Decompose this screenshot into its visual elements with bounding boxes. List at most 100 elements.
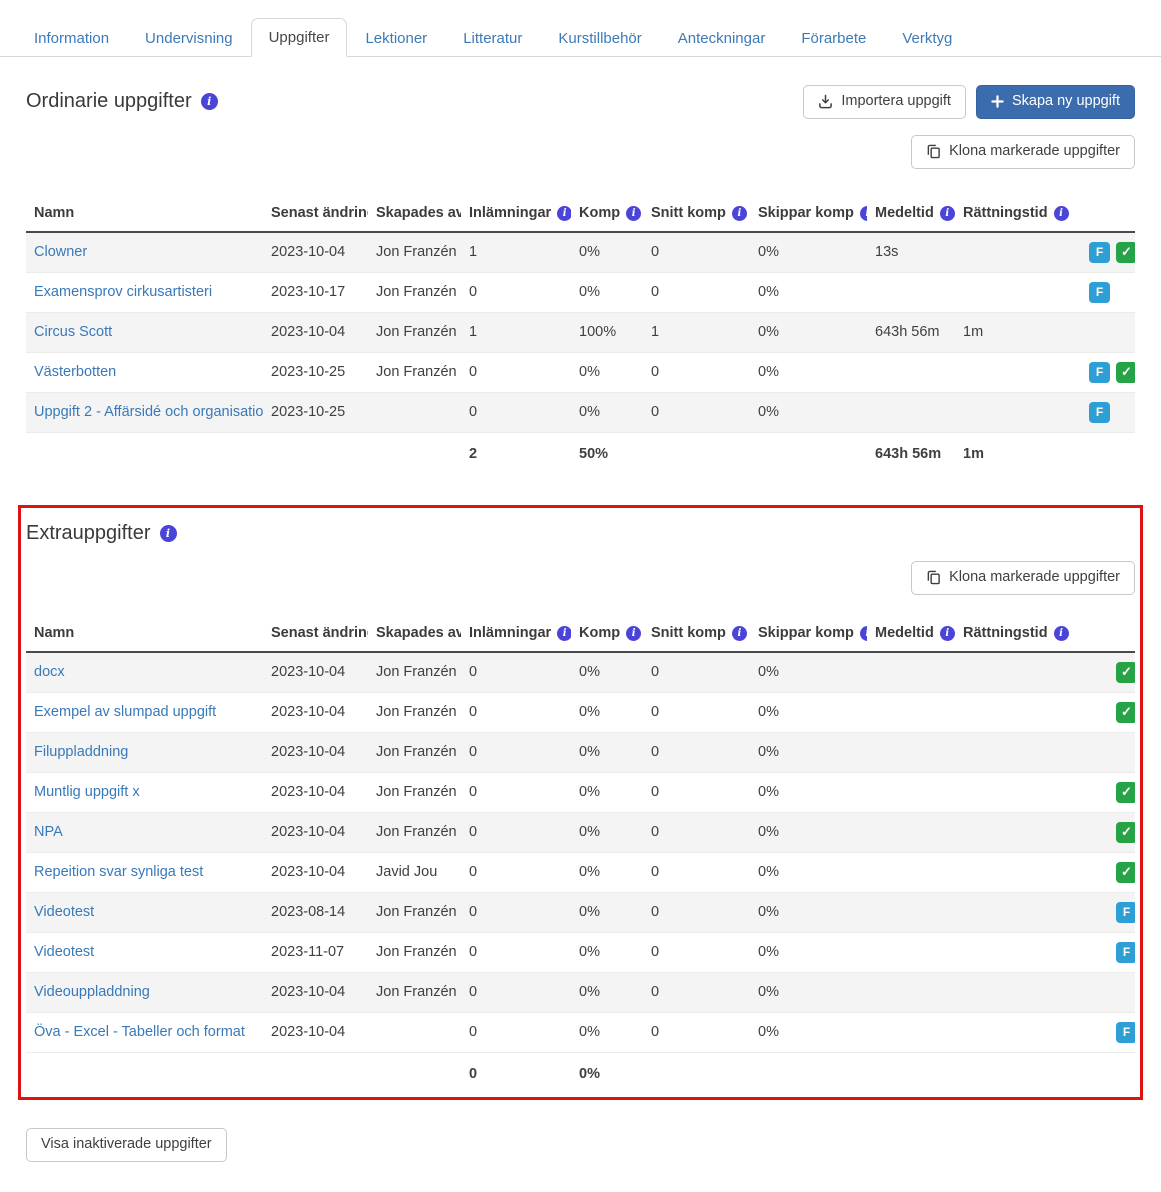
column-header: Inlämningar i [461,194,571,233]
badge-spacer [1089,1022,1110,1043]
cell-komp: 0% [571,651,643,693]
cell-medeltid [867,932,955,973]
tab-litteratur[interactable]: Litteratur [445,19,540,57]
cell-snitt: 0 [643,231,750,273]
cell-changed: 2023-10-04 [263,312,368,353]
clone-row: Klona markerade uppgifter [26,134,1135,169]
task-link[interactable]: NPA [34,824,63,840]
cell-creator: Jon Franzén [368,812,461,853]
footer-cell-empty [26,1052,263,1095]
info-icon[interactable]: i [1053,205,1069,221]
tab-anteckningar[interactable]: Anteckningar [660,19,784,57]
info-icon[interactable]: i [626,625,642,641]
cell-komp: 0% [571,272,643,313]
badge-spacer [1116,742,1135,763]
cell-status: F [1075,932,1135,973]
cell-submissions: 0 [461,772,571,813]
task-link[interactable]: Videotest [34,904,94,920]
task-link[interactable]: Clowner [34,244,87,260]
cell-skippar: 0% [750,312,867,353]
task-link[interactable]: Videouppladdning [34,984,150,1000]
cell-status [1075,732,1135,773]
footer-cell-empty [1075,1052,1135,1095]
clone-selected-button[interactable]: Klona markerade uppgifter [911,134,1135,169]
cell-name: Exempel av slumpad uppgift [26,692,263,733]
footer-cell-submissions: 0 [469,1065,478,1082]
badge-spacer [1089,942,1110,963]
cell-status: ✓ [1075,692,1135,733]
cell-medeltid [867,772,955,813]
info-icon[interactable]: i [159,524,177,542]
cell-skippar: 0% [750,892,867,933]
cell-rattningstid [955,392,1075,433]
tab-forarbete[interactable]: Förarbete [783,19,884,57]
cell-submissions: 0 [461,972,571,1013]
task-link[interactable]: Exempel av slumpad uppgift [34,704,216,720]
task-link[interactable]: docx [34,664,65,680]
cell-komp: 0% [571,892,643,933]
clone-selected-button[interactable]: Klona markerade uppgifter [911,560,1135,595]
badge-spacer [1116,982,1135,1003]
cell-komp: 0% [571,732,643,773]
tab-uppgifter[interactable]: Uppgifter [250,18,348,57]
cell-snitt: 0 [643,732,750,773]
cell-name: docx [26,651,263,693]
import-icon [818,94,833,109]
info-icon[interactable]: i [557,625,571,641]
info-icon[interactable]: i [939,205,955,221]
tab-verktyg[interactable]: Verktyg [884,19,970,57]
cell-skippar: 0% [750,852,867,893]
cell-skippar: 0% [750,392,867,433]
info-icon[interactable]: i [731,205,747,221]
formative-badge: F [1089,401,1110,423]
info-icon[interactable]: i [557,205,571,221]
copy-icon [926,570,941,585]
info-icon[interactable]: i [731,625,747,641]
task-link[interactable]: Öva - Excel - Tabeller och format [34,1024,245,1040]
info-icon[interactable]: i [1053,625,1069,641]
formative-badge: F [1116,1021,1135,1043]
cell-status [1075,972,1135,1013]
cell-changed: 2023-10-25 [263,352,368,393]
cell-changed: 2023-10-25 [263,392,368,433]
formative-badge: F [1116,941,1135,963]
task-link[interactable]: Circus Scott [34,324,112,340]
tab-lektioner[interactable]: Lektioner [347,19,445,57]
cell-name: Muntlig uppgift x [26,772,263,813]
info-icon[interactable]: i [626,205,642,221]
task-link[interactable]: Videotest [34,944,94,960]
cell-skippar: 0% [750,352,867,393]
info-icon[interactable]: i [200,93,218,111]
cell-rattningstid [955,692,1075,733]
cell-creator: Jon Franzén [368,892,461,933]
column-header: Medeltid i [867,194,955,233]
table-row: Clowner 2023-10-04 Jon Franzén 1 0% 0 0% 13s F ✓ [26,231,1135,273]
cell-changed: 2023-10-04 [263,772,368,813]
task-link[interactable]: Uppgift 2 - Affärsidé och organisation [34,404,263,420]
tab-kurstillbehor[interactable]: Kurstillbehör [540,19,659,57]
cell-rattningstid [955,852,1075,893]
cell-creator: Jon Franzén [368,972,461,1013]
table-row: Filuppladdning 2023-10-04 Jon Franzén 0 0% 0 0… [26,732,1135,773]
cell-status: F [1075,392,1135,433]
show-inactive-button[interactable]: Visa inaktiverade uppgifter [26,1127,227,1162]
tab-information[interactable]: Information [16,19,127,57]
cell-name: NPA [26,812,263,853]
cell-medeltid [867,892,955,933]
task-link[interactable]: Västerbotten [34,364,116,380]
badge-spacer [1089,322,1110,343]
task-link[interactable]: Repeition svar synliga test [34,864,203,880]
column-header: Skippar kompi [750,614,867,653]
tab-undervisning[interactable]: Undervisning [127,19,251,57]
cell-rattningstid [955,272,1075,313]
info-icon[interactable]: i [859,205,867,221]
info-icon[interactable]: i [939,625,955,641]
import-assignment-button[interactable]: Importera uppgift [803,85,966,119]
info-icon[interactable]: i [859,625,867,641]
cell-rattningstid [955,1012,1075,1053]
task-link[interactable]: Filuppladdning [34,744,128,760]
task-link[interactable]: Muntlig uppgift x [34,784,140,800]
table-row: Videouppladdning 2023-10-04 Jon Franzén 0 0%… [26,972,1135,1013]
task-link[interactable]: Examensprov cirkusartisteri [34,284,212,300]
create-assignment-button[interactable]: Skapa ny uppgift [975,85,1135,119]
